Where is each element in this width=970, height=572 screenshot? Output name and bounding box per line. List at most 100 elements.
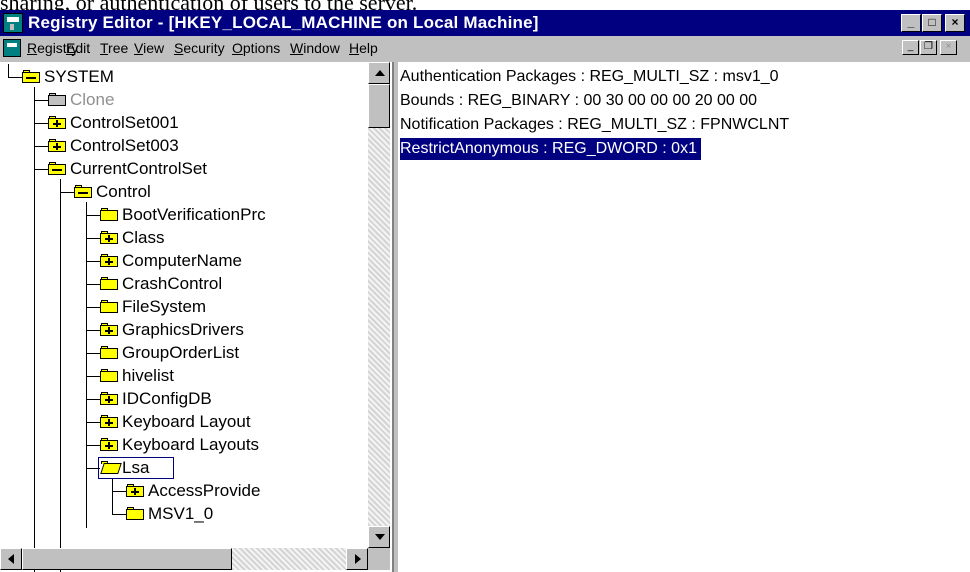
scroll-up-icon	[375, 70, 385, 76]
tree-node-label: FileSystem	[122, 297, 207, 316]
folder-plus-icon[interactable]	[48, 116, 66, 129]
close-button[interactable]: ×	[945, 14, 965, 32]
mdi-restore-button[interactable]: ❐	[920, 40, 937, 55]
tree-guide-line	[112, 478, 113, 514]
menu-accelerator: O	[232, 40, 243, 56]
menu-view[interactable]: View	[134, 36, 164, 60]
value-row[interactable]: RestrictAnonymous : REG_DWORD : 0x1	[400, 138, 701, 160]
tree-connector	[86, 422, 100, 423]
menu-edit[interactable]: Edit	[66, 36, 90, 60]
tree-node-label: IDConfigDB	[122, 389, 212, 408]
tree-connector	[60, 192, 74, 193]
tree-guide-line	[60, 179, 61, 192]
scroll-left-icon	[8, 554, 14, 564]
tree-node-label: Keyboard Layout	[122, 412, 251, 431]
tree-connector	[86, 238, 100, 239]
tree-vertical-scrollbar[interactable]	[368, 62, 390, 548]
menu-accelerator: V	[134, 40, 144, 56]
tree-node-label: MSV1_0	[148, 504, 214, 523]
vertical-scroll-thumb[interactable]	[368, 84, 390, 128]
scroll-right-button[interactable]	[346, 548, 368, 570]
folder-plus-icon[interactable]	[100, 392, 118, 405]
tree-connector	[86, 399, 100, 400]
folder-icon[interactable]	[100, 208, 118, 221]
tree-node-label: CrashControl	[122, 274, 223, 293]
mdi-close-button[interactable]: ×	[940, 40, 957, 55]
scroll-down-icon	[375, 534, 385, 540]
folder-plus-icon[interactable]	[126, 484, 144, 497]
scroll-left-button[interactable]	[0, 548, 22, 570]
scroll-right-icon	[355, 554, 361, 564]
menu-label-rest: ree	[108, 40, 129, 56]
folder-plus-icon[interactable]	[100, 231, 118, 244]
values-pane[interactable]: Authentication Packages : REG_MULTI_SZ :…	[398, 62, 970, 572]
menu-accelerator: S	[174, 40, 184, 56]
folder-plus-icon[interactable]	[100, 323, 118, 336]
folder-minus-icon[interactable]	[22, 70, 40, 83]
menu-label-rest: ecurity	[183, 40, 225, 56]
tree-connector	[34, 146, 48, 147]
tree-node-label: AccessProvide	[148, 481, 261, 500]
value-row[interactable]: Notification Packages : REG_MULTI_SZ : F…	[400, 114, 789, 136]
tree-pane[interactable]: SYSTEM Clone ControlSet001 ControlSet003 Cur…	[0, 62, 394, 572]
value-row[interactable]: Bounds : REG_BINARY : 00 30 00 00 00 20 …	[400, 90, 757, 112]
tree-guide-line	[34, 169, 35, 572]
menu-tree[interactable]: Tree	[100, 36, 128, 60]
document-system-menu-icon[interactable]	[3, 39, 21, 57]
tree-horizontal-scrollbar[interactable]	[0, 548, 368, 570]
folder-icon[interactable]	[126, 507, 144, 520]
tree-node-label: Keyboard Layouts	[122, 435, 260, 454]
tree-guide-line	[86, 468, 87, 528]
window-title: Registry Editor - [HKEY_LOCAL_MACHINE on…	[28, 13, 539, 32]
folder-minus-icon[interactable]	[74, 185, 92, 198]
title-bar[interactable]: Registry Editor - [HKEY_LOCAL_MACHINE on…	[0, 10, 970, 36]
tree-connector	[34, 100, 48, 101]
folder-plus-icon[interactable]	[100, 254, 118, 267]
menu-label-rest: dit	[75, 40, 91, 56]
tree-connector	[112, 514, 126, 515]
tree-node-label: GroupOrderList	[122, 343, 240, 362]
tree-connector	[34, 169, 48, 170]
tree-node-label: Control	[96, 182, 151, 201]
tree-connector	[86, 284, 100, 285]
folder-icon[interactable]	[100, 277, 118, 290]
tree-connector	[86, 307, 100, 308]
menu-label-rest: indow	[303, 40, 340, 56]
folder-icon[interactable]	[100, 369, 118, 382]
menu-accelerator: W	[290, 40, 304, 56]
registry-editor-app-icon[interactable]	[3, 13, 23, 33]
folder-minus-icon[interactable]	[48, 162, 66, 175]
mdi-minimize-button[interactable]: _	[902, 40, 919, 55]
folder-icon[interactable]	[100, 300, 118, 313]
tree-guide-line	[60, 192, 61, 572]
value-row[interactable]: Authentication Packages : REG_MULTI_SZ :…	[400, 66, 779, 88]
menu-label-rest: iew	[143, 40, 165, 56]
scrollbar-corner	[368, 548, 390, 570]
scroll-down-button[interactable]	[368, 526, 390, 548]
tree-node-label: ControlSet001	[70, 113, 179, 132]
scroll-up-button[interactable]	[368, 62, 390, 84]
maximize-button[interactable]: □	[922, 14, 942, 32]
menu-help[interactable]: Help	[349, 36, 378, 60]
tree-connector	[112, 491, 126, 492]
folder-icon[interactable]	[100, 346, 118, 359]
folder-gray-icon[interactable]	[48, 93, 66, 106]
tree-connector	[86, 215, 100, 216]
tree-node-label: GraphicsDrivers	[122, 320, 244, 339]
tree-guide-line	[34, 87, 35, 169]
tree-node-label: BootVerificationPrc	[122, 205, 266, 224]
minimize-button[interactable]: _	[901, 14, 921, 32]
folder-plus-icon[interactable]	[100, 415, 118, 428]
client-area: SYSTEM Clone ControlSet001 ControlSet003 Cur…	[0, 62, 970, 572]
tree-connector	[86, 330, 100, 331]
menu-window[interactable]: Window	[290, 36, 340, 60]
menu-security[interactable]: Security	[174, 36, 225, 60]
menu-accelerator: T	[100, 40, 109, 56]
tree-node-label: Clone	[70, 90, 115, 109]
menu-accelerator: R	[27, 40, 38, 56]
folder-plus-icon[interactable]	[100, 438, 118, 451]
folder-plus-icon[interactable]	[48, 139, 66, 152]
menu-options[interactable]: Options	[232, 36, 280, 60]
horizontal-scroll-thumb[interactable]	[22, 548, 232, 570]
tree-node-label: CurrentControlSet	[70, 159, 208, 178]
